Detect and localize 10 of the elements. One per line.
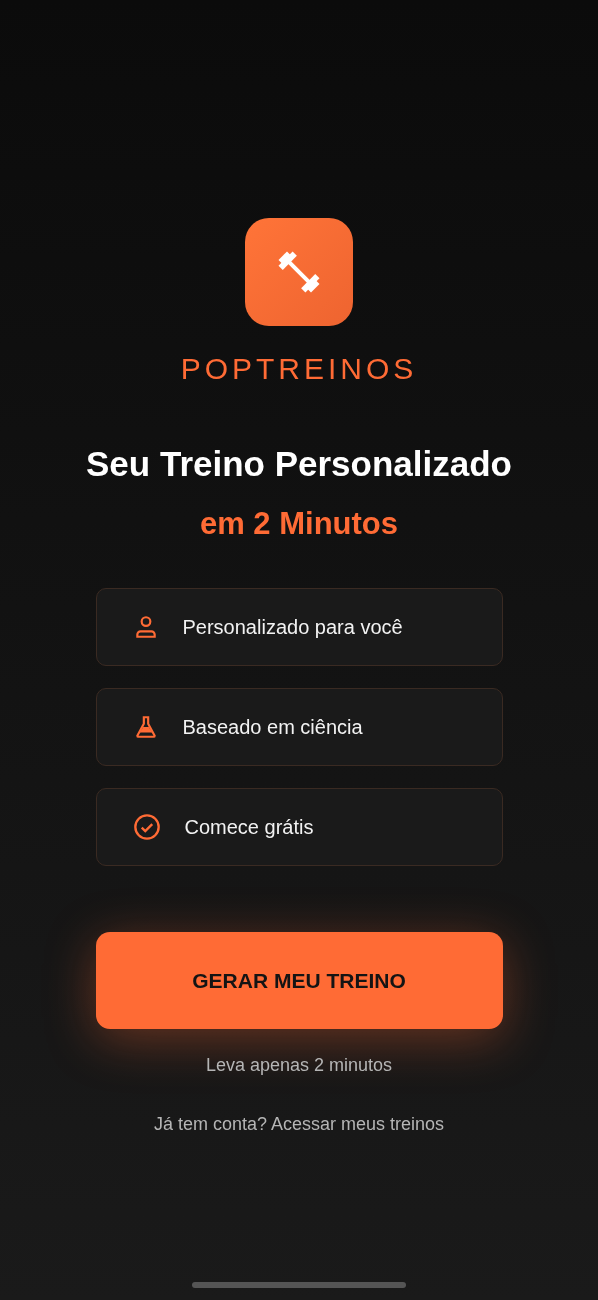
feature-label: Comece grátis: [184, 815, 314, 839]
feature-label: Baseado em ciência: [182, 715, 363, 739]
feature-label: Personalizado para você: [182, 615, 403, 639]
headline: Seu Treino Personalizado: [86, 444, 512, 484]
brand-name: POPTREINOS: [180, 352, 418, 386]
subheadline: em 2 Minutos: [199, 506, 399, 542]
generate-workout-button[interactable]: GERAR MEU TREINO: [95, 932, 503, 1029]
check-circle-icon: [132, 813, 161, 841]
duration-note: Leva apenas 2 minutos: [205, 1055, 393, 1076]
login-link[interactable]: Já tem conta? Acessar meus treinos: [153, 1114, 445, 1135]
